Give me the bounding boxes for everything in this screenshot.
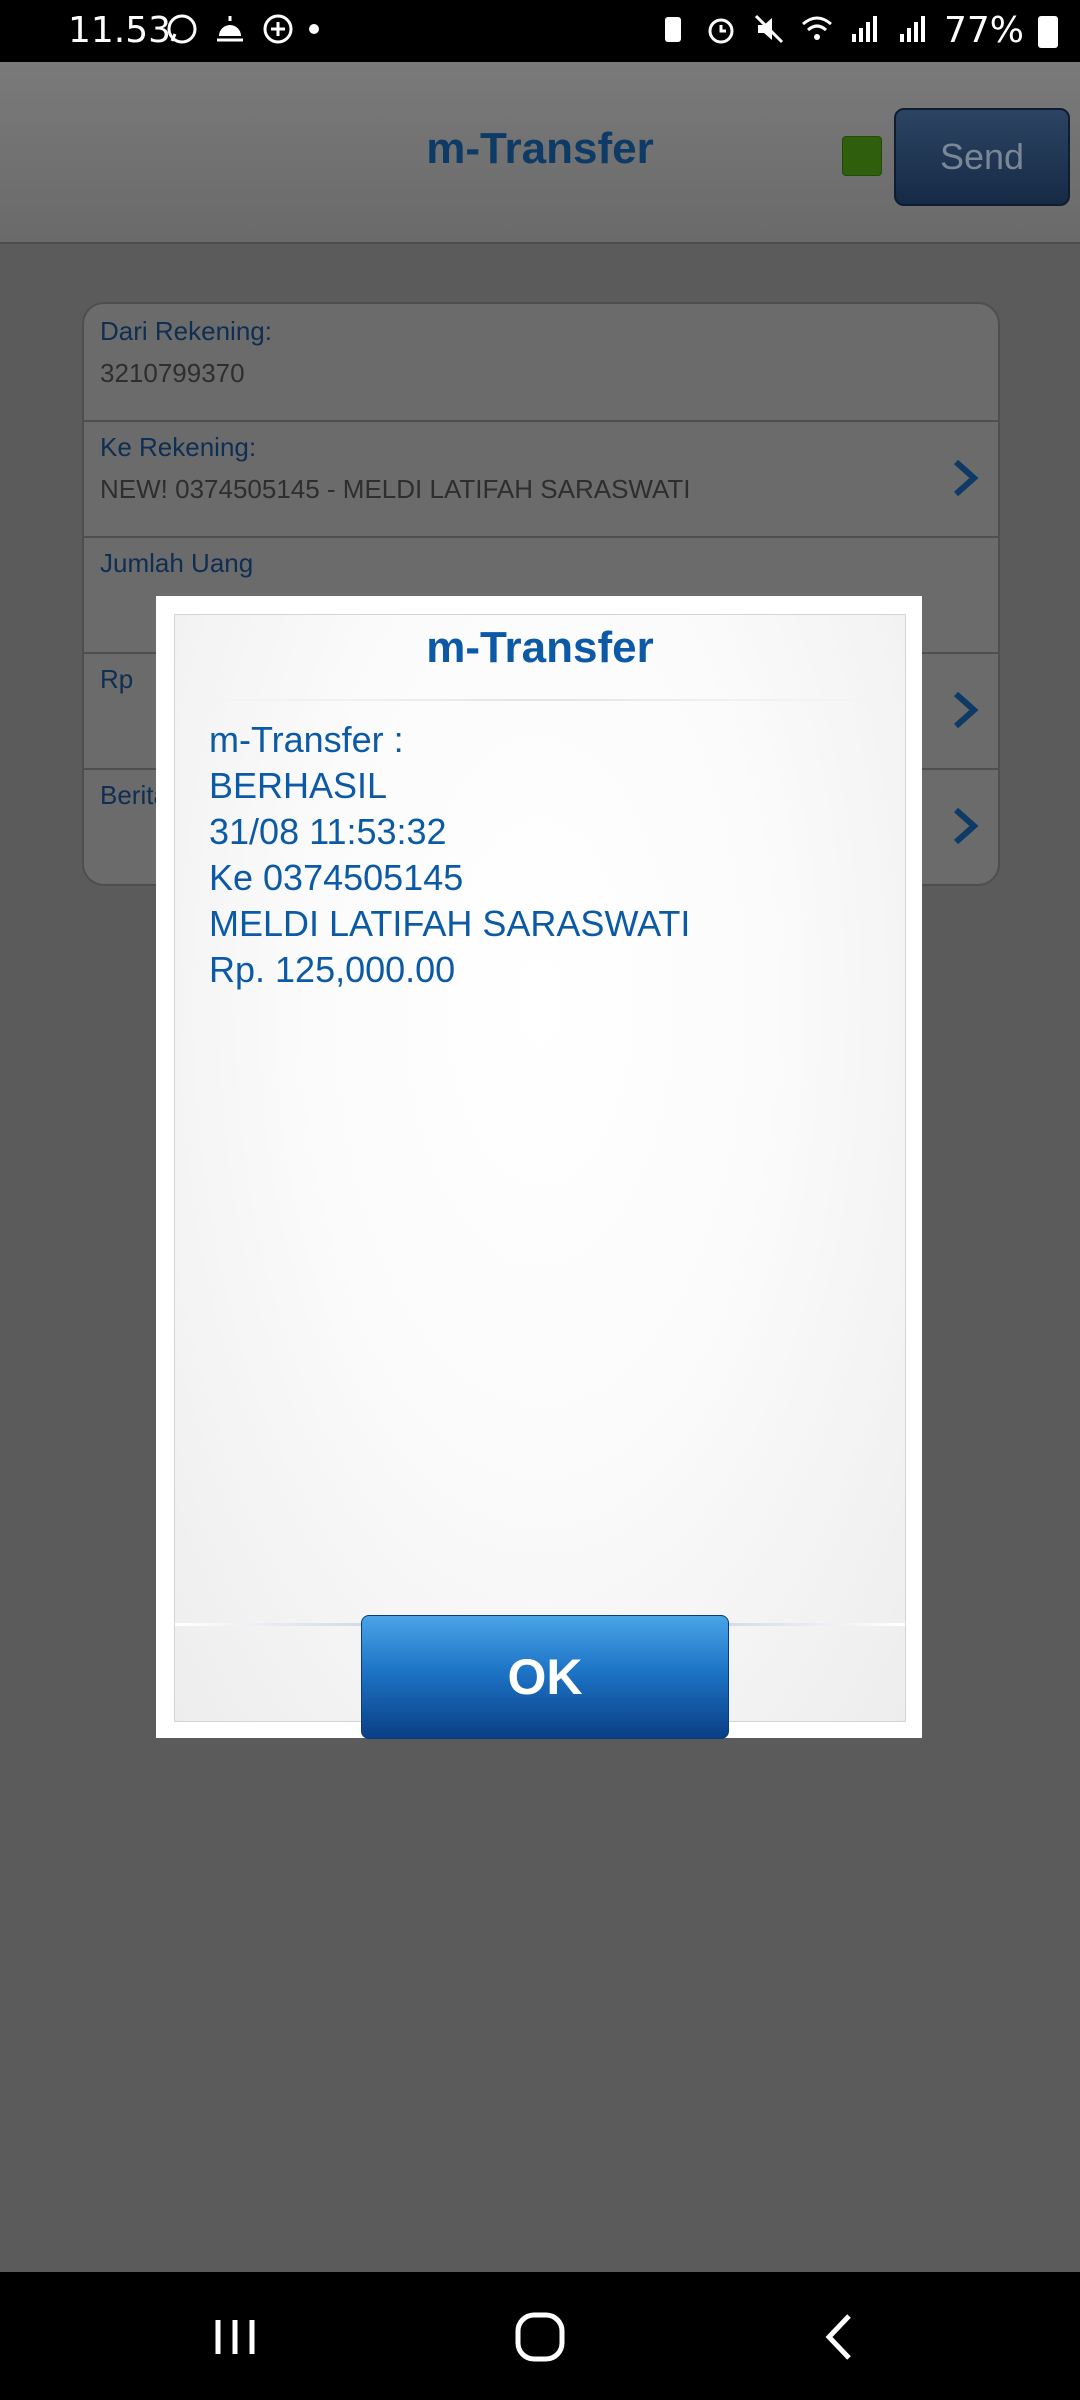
- more-notifications-dot: [309, 24, 319, 34]
- message-line: Ke 0374505145: [209, 857, 464, 898]
- whatsapp-icon: [167, 14, 197, 44]
- message-line: MELDI LATIFAH SARASWATI: [209, 903, 691, 944]
- wifi-icon: [802, 16, 832, 40]
- to-account-value: NEW! 0374505145 - MELDI LATIFAH SARASWAT…: [100, 474, 691, 504]
- system-icons: [656, 12, 930, 46]
- add-circle-icon: [263, 14, 293, 44]
- mute-icon: [754, 14, 784, 44]
- battery-saver-icon: [665, 17, 681, 42]
- from-account-row[interactable]: Dari Rekening: 3210799370: [84, 304, 998, 422]
- signal-icon-2: [900, 16, 925, 42]
- chevron-right-icon: [954, 691, 979, 729]
- amount-label: Jumlah Uang: [100, 548, 254, 578]
- back-icon[interactable]: [805, 2302, 875, 2372]
- to-account-label: Ke Rekening:: [100, 432, 257, 462]
- battery-percent: 77%: [943, 10, 1024, 51]
- battery-icon: [1038, 16, 1058, 48]
- dialog-body: m-Transfer m-Transfer : BERHASIL 31/08 1…: [174, 614, 906, 1739]
- chevron-right-icon: [954, 807, 979, 845]
- chevron-right-icon: [954, 459, 979, 497]
- message-line: Rp. 125,000.00: [209, 949, 456, 990]
- alarm-icon: [708, 18, 734, 44]
- recent-apps-icon[interactable]: [200, 2302, 270, 2372]
- notification-icons: [165, 12, 319, 46]
- navigation-bar: [0, 2272, 1080, 2400]
- status-bar: 11.53 77%: [0, 0, 1080, 62]
- result-dialog: m-Transfer m-Transfer : BERHASIL 31/08 1…: [156, 596, 922, 1739]
- signal-icon-1: [852, 16, 877, 42]
- dialog-title: m-Transfer: [426, 623, 654, 672]
- send-button[interactable]: Send: [894, 108, 1070, 206]
- weather-icon: [217, 16, 243, 42]
- message-line: m-Transfer :: [209, 719, 404, 760]
- dialog-title-divider: [195, 699, 885, 701]
- from-account-value: 3210799370: [100, 358, 245, 388]
- from-account-label: Dari Rekening:: [100, 316, 272, 346]
- currency-label: Rp: [100, 664, 134, 694]
- app-header: m-Transfer Send: [0, 62, 1080, 244]
- ok-button[interactable]: OK: [361, 1615, 729, 1739]
- home-icon[interactable]: [505, 2302, 575, 2372]
- dialog-message: m-Transfer : BERHASIL 31/08 11:53:32 Ke …: [209, 717, 869, 993]
- message-line: 31/08 11:53:32: [209, 811, 447, 852]
- to-account-row[interactable]: Ke Rekening: NEW! 0374505145 - MELDI LAT…: [84, 420, 998, 538]
- status-time: 11.53: [68, 10, 172, 51]
- status-indicator: [842, 136, 882, 176]
- message-line: BERHASIL: [209, 765, 388, 806]
